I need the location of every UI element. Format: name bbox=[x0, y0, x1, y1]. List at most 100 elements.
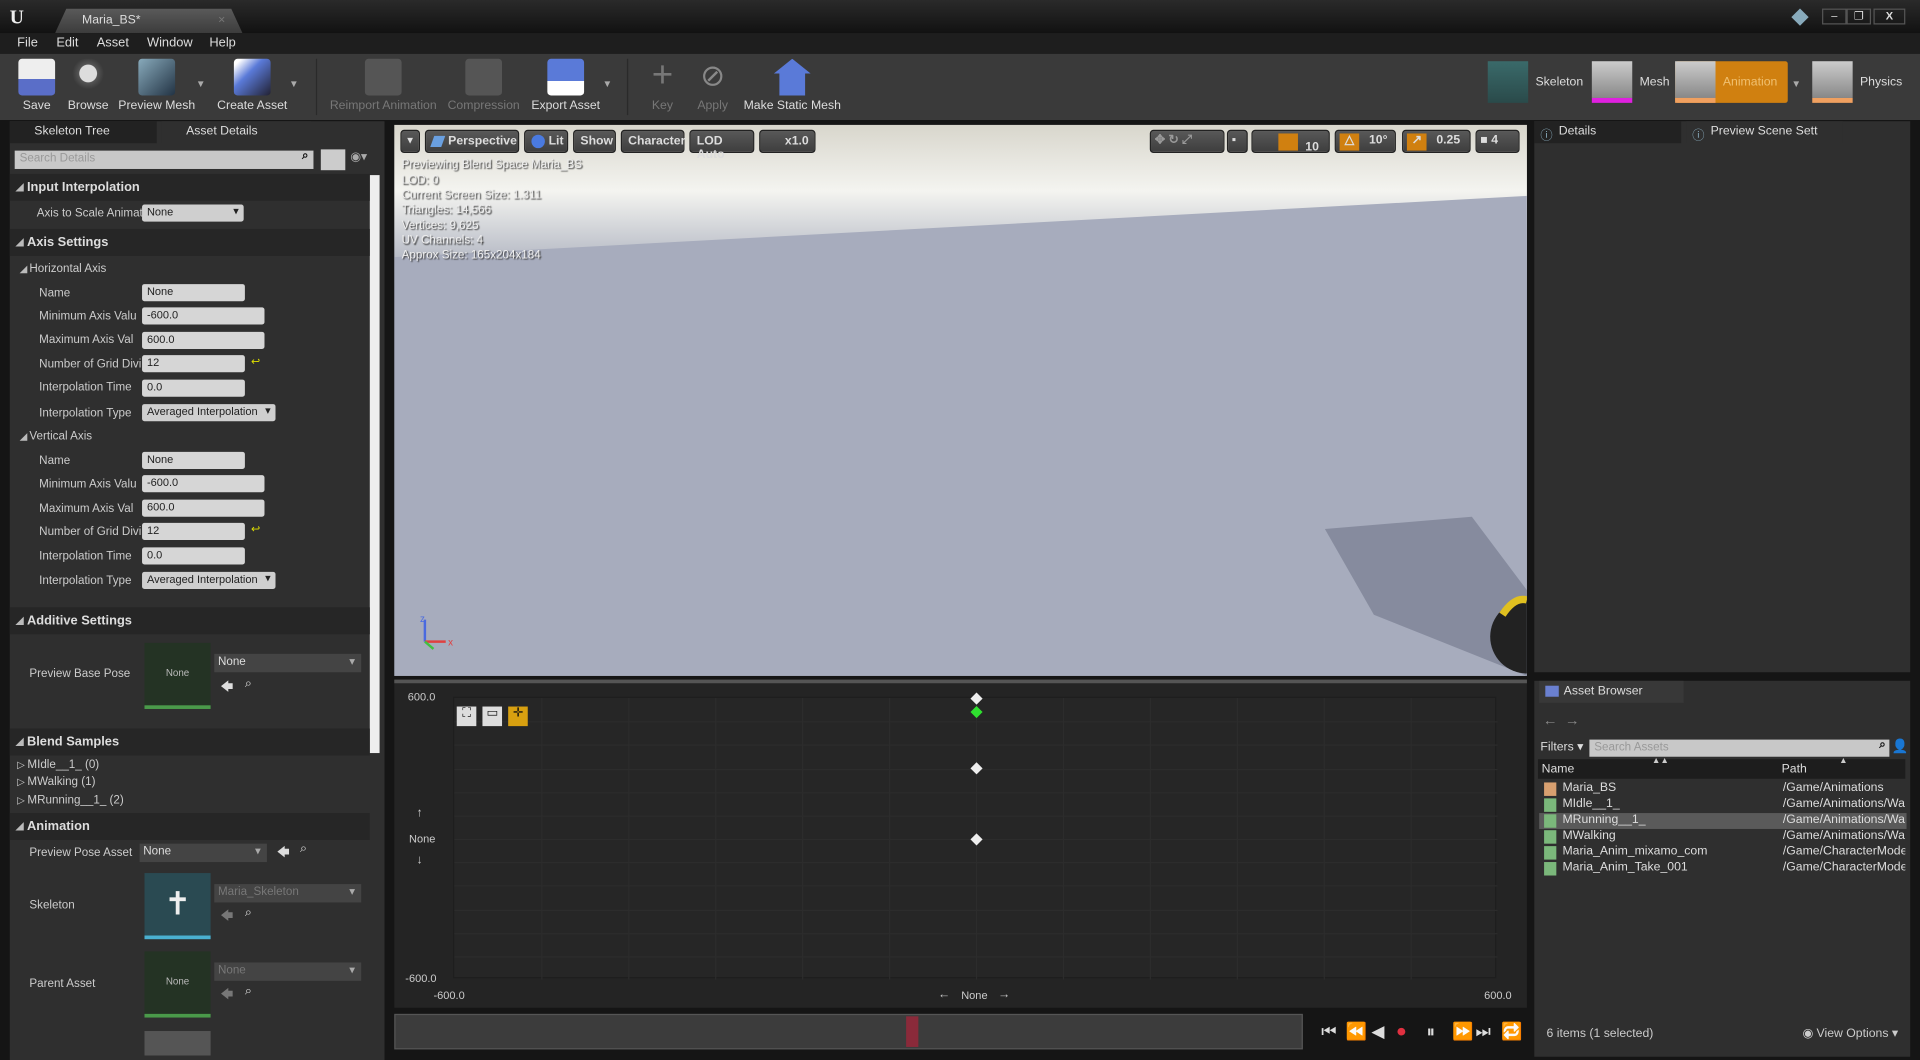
v-grid-spinbox[interactable]: 12 bbox=[142, 522, 245, 541]
preview-pose-asset-combo[interactable]: None bbox=[139, 843, 267, 863]
timeline-scrubber[interactable] bbox=[394, 1013, 1303, 1050]
browse-search-icon[interactable]: ⌕ bbox=[245, 906, 252, 919]
grid-snap-button[interactable]: 10 bbox=[1251, 129, 1330, 154]
show-triangulation-button[interactable]: ⛶ bbox=[456, 706, 477, 727]
minimize-button[interactable]: – bbox=[1822, 8, 1847, 25]
tab-preview-scene-settings[interactable]: ⓘ Preview Scene Sett bbox=[1686, 121, 1843, 144]
vertical-axis-group[interactable]: Vertical Axis bbox=[29, 430, 92, 443]
skeleton-thumbnail[interactable]: ✝ bbox=[144, 873, 211, 940]
create-asset-button[interactable]: Create Asset bbox=[216, 56, 289, 113]
h-name-input[interactable]: None bbox=[142, 284, 245, 302]
asset-row[interactable]: Maria_Anim_mixamo_com/Game/CharacterMode bbox=[1539, 845, 1906, 861]
base-pose-combo[interactable]: None bbox=[214, 653, 362, 673]
character-button[interactable]: Character bbox=[620, 129, 685, 154]
apply-button[interactable]: ⊘ Apply bbox=[693, 56, 732, 113]
mode-physics[interactable]: Physics bbox=[1812, 61, 1902, 103]
h-type-combo[interactable]: Averaged Interpolation bbox=[142, 404, 276, 422]
show-button[interactable]: Show bbox=[573, 129, 616, 154]
h-grid-spinbox[interactable]: 12 bbox=[142, 355, 245, 373]
camera-speed-button[interactable]: ■ 4 bbox=[1475, 129, 1520, 154]
use-selected-arrow-icon[interactable]: 🡄 bbox=[277, 844, 290, 865]
details-scrollbar[interactable] bbox=[369, 175, 380, 754]
jump-to-end-icon[interactable]: ⏭ bbox=[1476, 1021, 1491, 1042]
back-arrow-icon[interactable]: ← bbox=[1543, 711, 1558, 728]
playback-speed-button[interactable]: x1.0 bbox=[759, 129, 816, 154]
v-max-input[interactable]: 600.0 bbox=[142, 499, 265, 517]
reimport-animation-button[interactable]: Reimport Animation bbox=[326, 56, 441, 113]
viewport-options-dropdown[interactable]: ▼ bbox=[400, 129, 421, 154]
browse-search-icon[interactable]: ⌕ bbox=[300, 842, 307, 855]
tab-asset-browser[interactable]: Asset Browser bbox=[1539, 680, 1684, 703]
category-blend-samples[interactable]: ◢ Blend Samples bbox=[9, 728, 370, 756]
expand-icon[interactable]: ◢ bbox=[20, 263, 28, 274]
menu-asset[interactable]: Asset bbox=[97, 36, 129, 51]
mode-animation[interactable]: Animation bbox=[1675, 61, 1788, 103]
blend-sample-point[interactable] bbox=[969, 832, 982, 845]
jump-to-start-icon[interactable]: ⏮ bbox=[1321, 1021, 1336, 1042]
blend-sample-item[interactable]: ▷ MIdle__1_ (0) bbox=[17, 758, 99, 771]
user-icon[interactable]: 👤 bbox=[1892, 738, 1909, 755]
parent-asset-combo[interactable]: None bbox=[214, 962, 362, 981]
category-axis-settings[interactable]: ◢ Axis Settings bbox=[9, 228, 370, 256]
record-icon[interactable]: ⏺ bbox=[1397, 1021, 1406, 1042]
show-animation-names-button[interactable]: ▭ bbox=[482, 706, 503, 727]
v-type-combo[interactable]: Averaged Interpolation bbox=[142, 571, 276, 589]
step-back-icon[interactable]: ⏪ bbox=[1346, 1021, 1367, 1042]
play-reverse-icon[interactable]: ◀ bbox=[1371, 1021, 1384, 1042]
asset-row[interactable]: MIdle__1_ /Game/Animations/Wa bbox=[1539, 797, 1906, 813]
category-additive-settings[interactable]: ◢ Additive Settings bbox=[9, 607, 370, 635]
pause-icon[interactable]: ⏸ bbox=[1427, 1021, 1436, 1042]
loop-icon[interactable]: 🔁 bbox=[1501, 1021, 1522, 1042]
blend-sample-item[interactable]: ▷ MRunning__1_ (2) bbox=[17, 793, 124, 806]
v-min-input[interactable]: -600.0 bbox=[142, 475, 265, 493]
expand-icon[interactable]: ◢ bbox=[20, 431, 28, 442]
compression-button[interactable]: Compression bbox=[446, 56, 522, 113]
h-min-input[interactable]: -600.0 bbox=[142, 307, 265, 325]
transform-tools-group[interactable]: ✥ ↻ ⤢ bbox=[1149, 129, 1225, 154]
browse-button[interactable]: Browse bbox=[66, 56, 110, 113]
close-button[interactable]: X bbox=[1873, 8, 1906, 25]
base-pose-thumbnail[interactable]: None bbox=[144, 642, 211, 709]
export-asset-dropdown-icon[interactable]: ▼ bbox=[602, 78, 612, 89]
mode-mesh[interactable]: Mesh bbox=[1591, 61, 1670, 103]
preview-mesh-dropdown-icon[interactable]: ▼ bbox=[196, 78, 206, 89]
view-options-eye-icon[interactable]: ◉▾ bbox=[350, 151, 367, 164]
asset-row[interactable]: MRunning__1_ /Game/Animations/Wa bbox=[1539, 813, 1907, 829]
export-asset-button[interactable]: Export Asset bbox=[529, 56, 602, 113]
mode-skeleton[interactable]: Skeleton bbox=[1487, 61, 1583, 103]
timeline-playhead[interactable] bbox=[906, 1016, 919, 1047]
animation-dropdown-icon[interactable]: ▼ bbox=[1791, 78, 1801, 89]
asset-row[interactable]: Maria_Anim_Take_001/Game/CharacterMode bbox=[1539, 861, 1906, 877]
v-name-input[interactable]: None bbox=[142, 451, 245, 469]
property-matrix-icon[interactable] bbox=[320, 149, 346, 171]
reset-to-default-icon[interactable]: ↩ bbox=[251, 355, 260, 368]
category-animation[interactable]: ◢ Animation bbox=[9, 813, 370, 841]
tab-skeleton-tree[interactable]: Skeleton Tree bbox=[9, 121, 157, 144]
maximize-button[interactable]: ❐ bbox=[1846, 8, 1872, 25]
key-button[interactable]: + Key bbox=[644, 56, 681, 113]
search-assets-input[interactable]: Search Assets ⌕ bbox=[1589, 738, 1890, 757]
document-tab[interactable]: Maria_BS* × bbox=[55, 8, 243, 34]
create-asset-dropdown-icon[interactable]: ▼ bbox=[289, 78, 299, 89]
asset-row[interactable]: MWalking/Game/Animations/Wa bbox=[1539, 829, 1906, 845]
column-header-name[interactable]: Name bbox=[1542, 763, 1575, 776]
perspective-button[interactable]: Perspective bbox=[424, 129, 520, 154]
menu-help[interactable]: Help bbox=[209, 36, 235, 51]
scale-snap-button[interactable]: ↗ 0.25 bbox=[1402, 129, 1471, 154]
parent-asset-thumbnail[interactable]: None bbox=[144, 951, 211, 1018]
surface-snap-button[interactable]: ▪ bbox=[1226, 129, 1248, 154]
tab-details[interactable]: ⓘ Details bbox=[1534, 121, 1682, 144]
view-options-button[interactable]: ◉ View Options ▾ bbox=[1802, 1027, 1898, 1040]
skeleton-combo[interactable]: Maria_Skeleton bbox=[214, 884, 362, 903]
forward-arrow-icon[interactable]: → bbox=[1565, 711, 1580, 728]
search-details-input[interactable]: Search Details ⌕ bbox=[14, 149, 314, 169]
make-static-mesh-button[interactable]: Make Static Mesh bbox=[742, 56, 842, 113]
browse-search-icon[interactable]: ⌕ bbox=[245, 677, 252, 690]
h-max-input[interactable]: 600.0 bbox=[142, 331, 265, 349]
save-button[interactable]: Save bbox=[17, 56, 56, 113]
horizontal-axis-group[interactable]: Horizontal Axis bbox=[29, 262, 106, 275]
filters-button[interactable]: Filters ▾ bbox=[1540, 741, 1583, 754]
menu-edit[interactable]: Edit bbox=[56, 36, 78, 51]
reset-to-default-icon[interactable]: ↩ bbox=[251, 523, 260, 536]
axis-to-scale-combo[interactable]: None bbox=[142, 204, 244, 222]
